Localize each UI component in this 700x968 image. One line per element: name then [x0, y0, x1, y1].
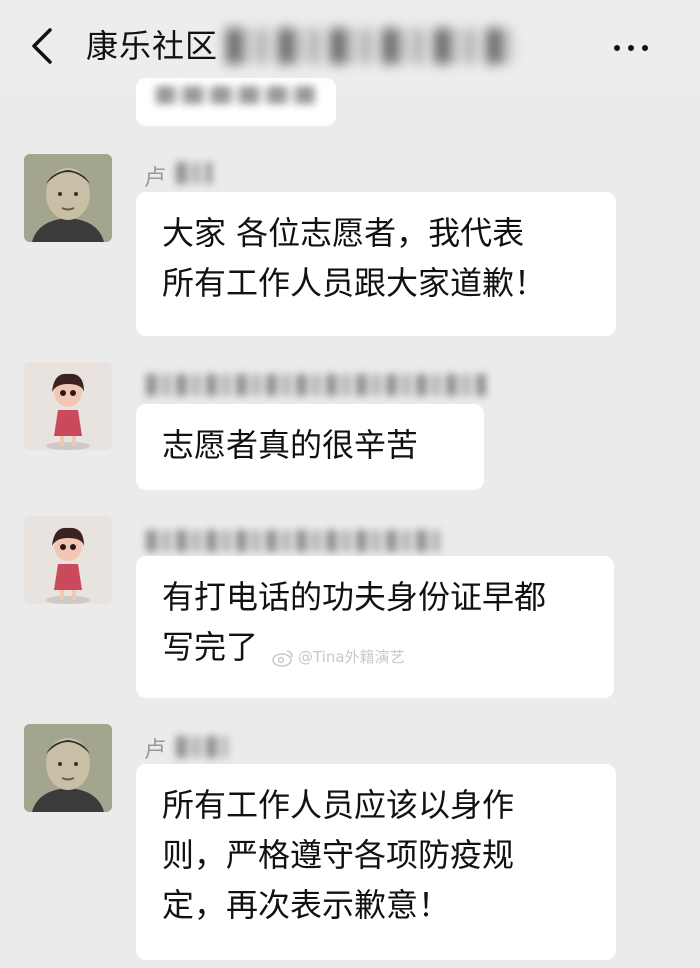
more-dots-icon[interactable]	[614, 36, 660, 56]
message-text-line: 所有工作人员应该以身作	[162, 786, 515, 824]
message-text-line: 有打电话的功夫身份证早都	[162, 578, 547, 616]
message-text-line: 志愿者真的很辛苦	[162, 426, 419, 464]
sender-name-redaction	[146, 374, 486, 396]
sender-name-redaction	[176, 736, 228, 758]
message-text-line: 则，严格遵守各项防疫规	[162, 836, 515, 874]
sender-name-redaction	[146, 530, 442, 552]
message-text-line: 定，再次表示歉意！	[162, 886, 451, 924]
message-bubble[interactable]: 所有工作人员应该以身作 则，严格遵守各项防疫规 定，再次表示歉意！	[136, 764, 616, 960]
girl-avatar[interactable]	[24, 516, 112, 604]
chat-title: 康乐社区	[86, 27, 219, 65]
man-avatar[interactable]	[24, 154, 112, 242]
message-text-line: 所有工作人员跟大家道歉！	[162, 264, 547, 302]
sender-name: 卢	[144, 738, 167, 763]
message-bubble[interactable]: 志愿者真的很辛苦	[136, 404, 484, 490]
title-redaction	[226, 28, 516, 64]
previous-message-bubble	[136, 78, 336, 126]
man-avatar[interactable]	[24, 724, 112, 812]
message-bubble[interactable]: 有打电话的功夫身份证早都 写完了	[136, 556, 614, 698]
chevron-left-icon[interactable]	[22, 22, 66, 70]
sender-name: 卢	[144, 166, 167, 191]
weibo-logo-icon	[272, 649, 293, 667]
girl-avatar[interactable]	[24, 362, 112, 450]
watermark-text: @Tina外籍演艺	[298, 648, 405, 666]
chat-header: 康乐社区	[0, 0, 700, 96]
message-text-line: 大家 各位志愿者，我代表	[162, 214, 525, 252]
sender-name-redaction	[176, 162, 212, 184]
message-bubble[interactable]: 大家 各位志愿者，我代表 所有工作人员跟大家道歉！	[136, 192, 616, 336]
watermark: @Tina外籍演艺	[272, 646, 405, 667]
